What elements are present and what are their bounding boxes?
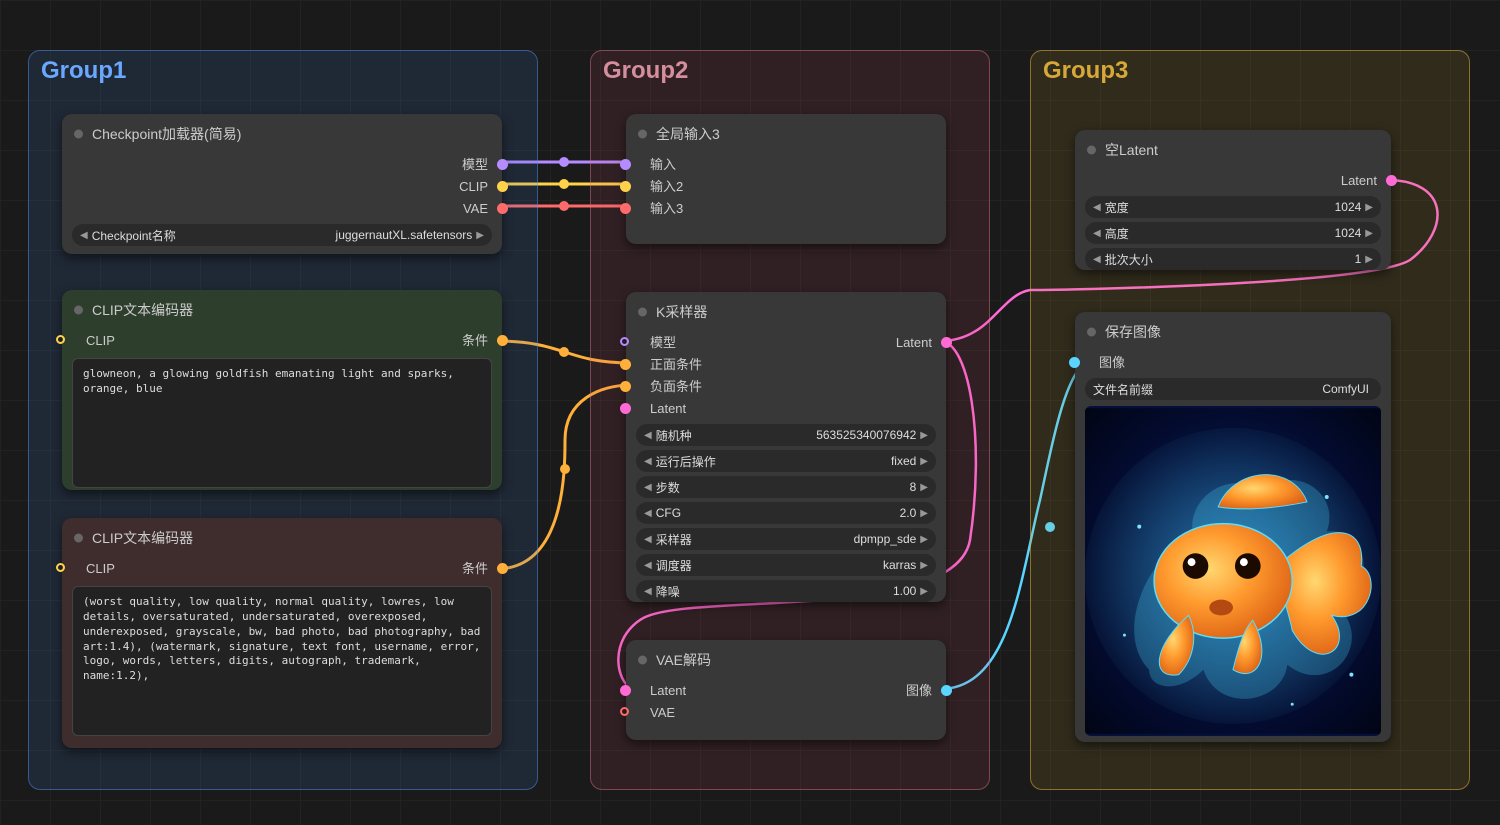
param-batch[interactable]: ◀批次大小1▶ (1085, 248, 1381, 270)
output-clip[interactable]: CLIP (62, 176, 502, 198)
node-title[interactable]: CLIP文本编码器 (62, 518, 502, 558)
node-empty-latent[interactable]: 空Latent Latent ◀宽度1024▶ ◀高度1024▶ ◀批次大小1▶ (1075, 130, 1391, 270)
input-negative[interactable]: 负面条件 (626, 376, 946, 398)
param-checkpoint-name[interactable]: ◀ Checkpoint名称 juggernautXL.safetensors … (72, 224, 492, 246)
output-conditioning[interactable]: 条件 (448, 558, 502, 580)
prompt-text-negative[interactable]: (worst quality, low quality, normal qual… (72, 586, 492, 736)
node-title[interactable]: 空Latent (1075, 130, 1391, 170)
node-checkpoint-loader[interactable]: Checkpoint加载器(简易) 模型 CLIP VAE ◀ Checkpoi… (62, 114, 502, 254)
arrow-left-icon: ◀ (80, 230, 88, 241)
param-steps[interactable]: ◀步数8▶ (636, 476, 936, 498)
param-width[interactable]: ◀宽度1024▶ (1085, 196, 1381, 218)
node-title[interactable]: VAE解码 (626, 640, 946, 680)
input-2[interactable]: 输入2 (626, 176, 946, 198)
arrow-right-icon: ▶ (476, 230, 484, 241)
param-denoise[interactable]: ◀降噪1.00▶ (636, 580, 936, 602)
node-title[interactable]: K采样器 (626, 292, 946, 332)
output-conditioning[interactable]: 条件 (448, 330, 502, 352)
node-title[interactable]: CLIP文本编码器 (62, 290, 502, 330)
output-latent[interactable]: Latent (1075, 170, 1391, 192)
group-3-title: Group3 (1043, 57, 1128, 85)
input-latent[interactable]: Latent (626, 680, 700, 702)
output-latent[interactable]: Latent (882, 332, 946, 354)
param-filename-prefix[interactable]: 文件名前缀ComfyUI (1085, 378, 1381, 400)
image-preview[interactable] (1085, 406, 1381, 736)
node-title[interactable]: 全局输入3 (626, 114, 946, 154)
node-global-input[interactable]: 全局输入3 输入 输入2 输入3 (626, 114, 946, 244)
node-save-image[interactable]: 保存图像 图像 文件名前缀ComfyUI (1075, 312, 1391, 742)
input-image[interactable]: 图像 (1075, 352, 1391, 374)
output-vae[interactable]: VAE (62, 198, 502, 220)
node-title[interactable]: 保存图像 (1075, 312, 1391, 352)
node-vae-decode[interactable]: VAE解码 Latent 图像 VAE (626, 640, 946, 740)
node-clip-negative[interactable]: CLIP文本编码器 CLIP 条件 (worst quality, low qu… (62, 518, 502, 748)
param-after[interactable]: ◀运行后操作fixed▶ (636, 450, 936, 472)
input-latent[interactable]: Latent (626, 398, 946, 420)
input-clip[interactable]: CLIP (62, 558, 129, 580)
node-title[interactable]: Checkpoint加载器(简易) (62, 114, 502, 154)
param-height[interactable]: ◀高度1024▶ (1085, 222, 1381, 244)
prompt-text-positive[interactable]: glowneon, a glowing goldfish emanating l… (72, 358, 492, 488)
param-sampler[interactable]: ◀采样器dpmpp_sde▶ (636, 528, 936, 550)
input-3[interactable]: 输入3 (626, 198, 946, 220)
param-seed[interactable]: ◀随机种563525340076942▶ (636, 424, 936, 446)
param-cfg[interactable]: ◀CFG2.0▶ (636, 502, 936, 524)
node-clip-positive[interactable]: CLIP文本编码器 CLIP 条件 glowneon, a glowing go… (62, 290, 502, 490)
param-scheduler[interactable]: ◀调度器karras▶ (636, 554, 936, 576)
input-positive[interactable]: 正面条件 (626, 354, 946, 376)
output-model[interactable]: 模型 (62, 154, 502, 176)
input-vae[interactable]: VAE (626, 702, 946, 724)
node-ksampler[interactable]: K采样器 模型 Latent 正面条件 负面条件 Latent ◀随机种5635… (626, 292, 946, 602)
group-1-title: Group1 (41, 57, 126, 85)
group-2-title: Group2 (603, 57, 688, 85)
input-1[interactable]: 输入 (626, 154, 946, 176)
output-image[interactable]: 图像 (892, 680, 946, 702)
input-model[interactable]: 模型 (626, 332, 690, 354)
input-clip[interactable]: CLIP (62, 330, 129, 352)
